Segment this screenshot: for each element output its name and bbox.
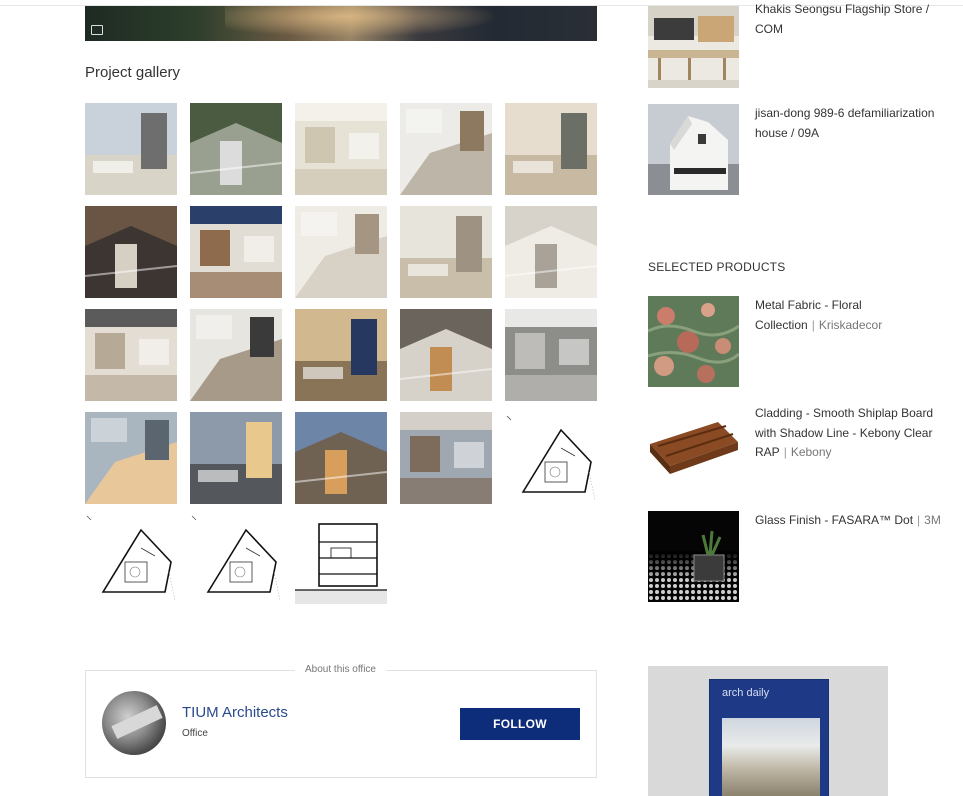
- gallery-image-23-graphic: [295, 512, 387, 604]
- gallery-image-22-graphic: [190, 512, 282, 604]
- related-project-image-2: [648, 104, 739, 195]
- product-separator-1: |: [811, 317, 815, 332]
- gallery-image-19-graphic: [400, 412, 492, 504]
- gallery-image-1[interactable]: [85, 103, 177, 195]
- product-name-3: Glass Finish - FASARA™ Dot: [755, 513, 914, 527]
- gallery-image-18[interactable]: [295, 412, 387, 504]
- gallery-image-7[interactable]: [190, 206, 282, 298]
- gallery-image-12-graphic: [190, 309, 282, 401]
- gallery-image-14-graphic: [400, 309, 492, 401]
- product-thumb-3[interactable]: [648, 511, 739, 602]
- product-image-glass: [648, 511, 739, 602]
- selected-products-heading: SELECTED PRODUCTS: [648, 260, 786, 274]
- gallery-image-21[interactable]: [85, 512, 177, 604]
- gallery-image-15[interactable]: [505, 309, 597, 401]
- product-separator-3: |: [917, 513, 921, 527]
- advertisement-banner[interactable]: arch daily: [648, 666, 888, 796]
- avatar-road: [111, 705, 163, 739]
- gallery-image-23[interactable]: [295, 512, 387, 604]
- gallery-image-6[interactable]: [85, 206, 177, 298]
- related-project-image-1: [648, 6, 739, 88]
- gallery-image-13[interactable]: [295, 309, 387, 401]
- gallery-image-3[interactable]: [295, 103, 387, 195]
- product-title-3[interactable]: Glass Finish - FASARA™ Dot | 3M: [755, 511, 945, 531]
- gallery-image-8-graphic: [295, 206, 387, 298]
- related-project-title-1[interactable]: Khakis Seongsu Flagship Store / COM: [755, 0, 945, 39]
- product-title-2[interactable]: Cladding - Smooth Shiplap Board with Sha…: [755, 404, 945, 463]
- product-brand-1[interactable]: Kriskadecor: [819, 318, 882, 332]
- magazine-cover: arch daily: [710, 680, 828, 796]
- magazine-logo: arch daily: [722, 687, 770, 699]
- office-avatar[interactable]: [102, 691, 166, 755]
- gallery-image-11-graphic: [85, 309, 177, 401]
- hero-light-streak: [225, 6, 525, 41]
- related-project-title-2[interactable]: jisan-dong 989-6 defamiliarization house…: [755, 104, 945, 143]
- gallery-image-21-graphic: [85, 512, 177, 604]
- product-brand-3[interactable]: 3M: [924, 513, 941, 527]
- gallery-image-2-graphic: [190, 103, 282, 195]
- magazine-cover-image: [722, 718, 820, 796]
- gallery-image-4-graphic: [400, 103, 492, 195]
- product-thumb-1[interactable]: [648, 296, 739, 387]
- gallery-image-11[interactable]: [85, 309, 177, 401]
- gallery-image-10[interactable]: [505, 206, 597, 298]
- product-title-1[interactable]: Metal Fabric - Floral Collection | Kriskad…: [755, 296, 945, 335]
- comment-icon[interactable]: [91, 25, 103, 35]
- product-name-2: Cladding - Smooth Shiplap Board with Sha…: [755, 406, 934, 459]
- gallery-image-17[interactable]: [190, 412, 282, 504]
- gallery-image-9[interactable]: [400, 206, 492, 298]
- gallery-image-20-graphic: [505, 412, 597, 504]
- product-image-floral: [648, 296, 739, 387]
- gallery-image-13-graphic: [295, 309, 387, 401]
- gallery-image-2[interactable]: [190, 103, 282, 195]
- hero-image-strip[interactable]: [85, 6, 597, 41]
- gallery-image-14[interactable]: [400, 309, 492, 401]
- gallery-image-5[interactable]: [505, 103, 597, 195]
- gallery-image-9-graphic: [400, 206, 492, 298]
- office-name-link[interactable]: TIUM Architects: [182, 704, 288, 721]
- product-brand-2[interactable]: Kebony: [791, 445, 832, 459]
- gallery-image-5-graphic: [505, 103, 597, 195]
- gallery-image-3-graphic: [295, 103, 387, 195]
- product-separator-2: |: [783, 445, 787, 459]
- gallery-title: Project gallery: [85, 64, 181, 81]
- about-office-legend: About this office: [295, 664, 386, 675]
- gallery-image-1-graphic: [85, 103, 177, 195]
- gallery-image-20[interactable]: [505, 412, 597, 504]
- office-type-label: Office: [182, 728, 208, 739]
- gallery-image-18-graphic: [295, 412, 387, 504]
- gallery-image-15-graphic: [505, 309, 597, 401]
- product-image-cladding: [648, 404, 739, 495]
- product-thumb-2[interactable]: [648, 404, 739, 495]
- gallery-image-8[interactable]: [295, 206, 387, 298]
- gallery-image-17-graphic: [190, 412, 282, 504]
- gallery-image-16-graphic: [85, 412, 177, 504]
- gallery-image-6-graphic: [85, 206, 177, 298]
- gallery-image-16[interactable]: [85, 412, 177, 504]
- related-project-thumb-1[interactable]: [648, 6, 739, 88]
- gallery-image-10-graphic: [505, 206, 597, 298]
- gallery-image-4[interactable]: [400, 103, 492, 195]
- related-project-thumb-2[interactable]: [648, 104, 739, 195]
- gallery-image-12[interactable]: [190, 309, 282, 401]
- follow-button[interactable]: FOLLOW: [460, 708, 580, 740]
- gallery-image-7-graphic: [190, 206, 282, 298]
- gallery-image-22[interactable]: [190, 512, 282, 604]
- gallery-image-19[interactable]: [400, 412, 492, 504]
